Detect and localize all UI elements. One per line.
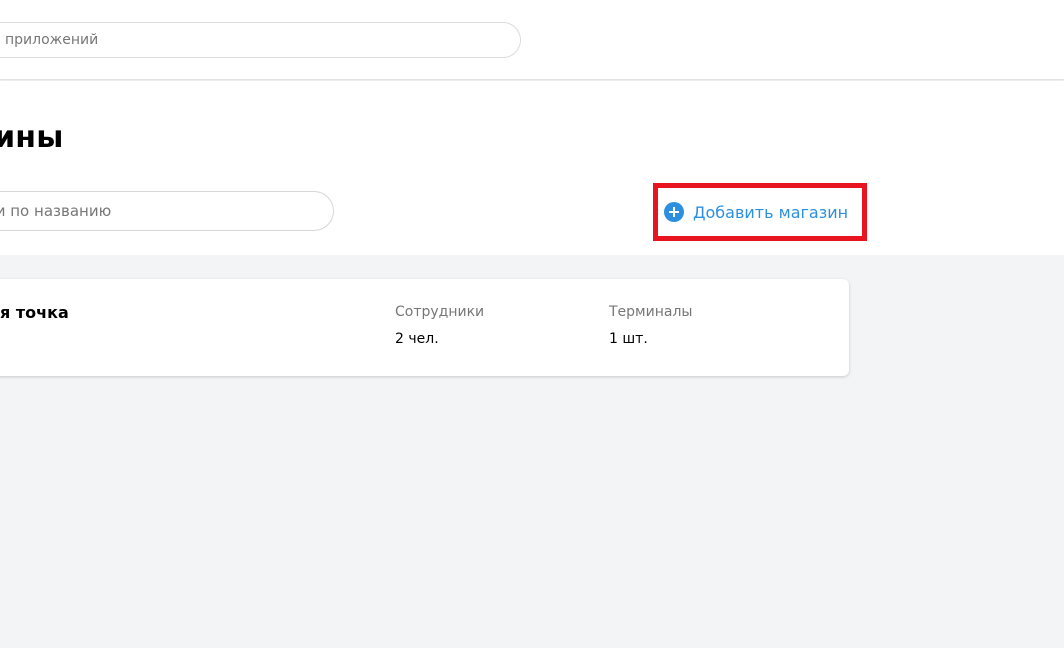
page-title: азины — [0, 120, 64, 155]
terminals-label: Терминалы — [609, 304, 693, 320]
add-store-button[interactable]: Добавить магазин — [664, 197, 848, 227]
app-search-input[interactable] — [0, 22, 521, 58]
store-card[interactable] — [0, 279, 849, 376]
terminals-value: 1 шт. — [609, 331, 648, 347]
add-store-label: Добавить магазин — [693, 202, 849, 222]
plus-circle-icon — [664, 202, 684, 222]
store-name: я точка — [0, 303, 69, 322]
employees-value: 2 чел. — [395, 331, 439, 347]
store-search-input[interactable] — [0, 191, 334, 231]
top-bar — [0, 0, 1064, 80]
employees-label: Сотрудники — [395, 304, 485, 320]
